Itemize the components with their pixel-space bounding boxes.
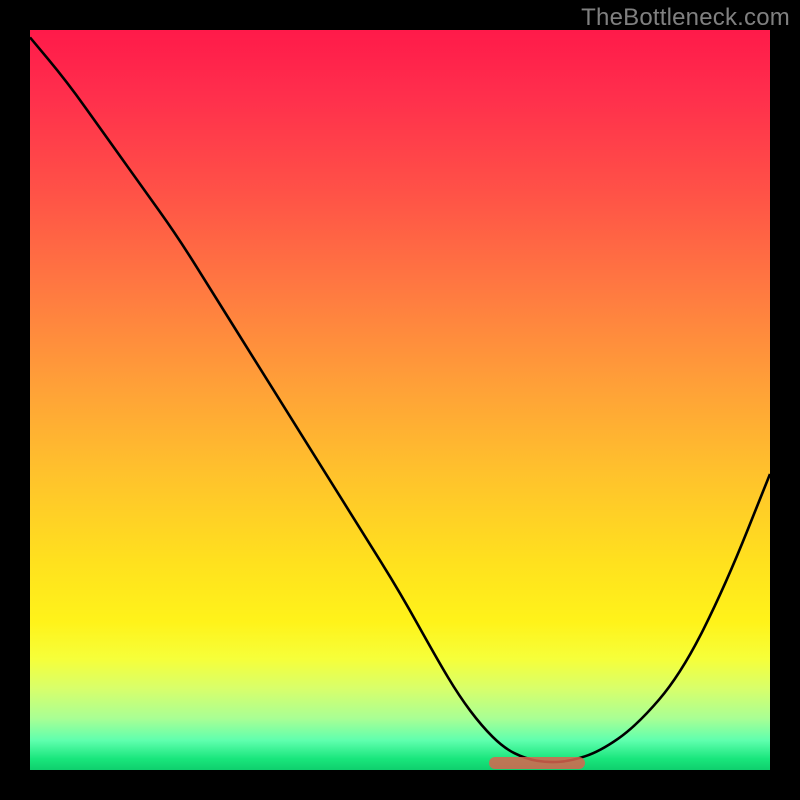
watermark-text: TheBottleneck.com (581, 4, 790, 32)
plot-area (30, 30, 770, 770)
chart-container: TheBottleneck.com (0, 0, 800, 800)
optimal-range-marker (489, 757, 585, 769)
bottleneck-curve (30, 37, 770, 762)
curve-svg (30, 30, 770, 770)
